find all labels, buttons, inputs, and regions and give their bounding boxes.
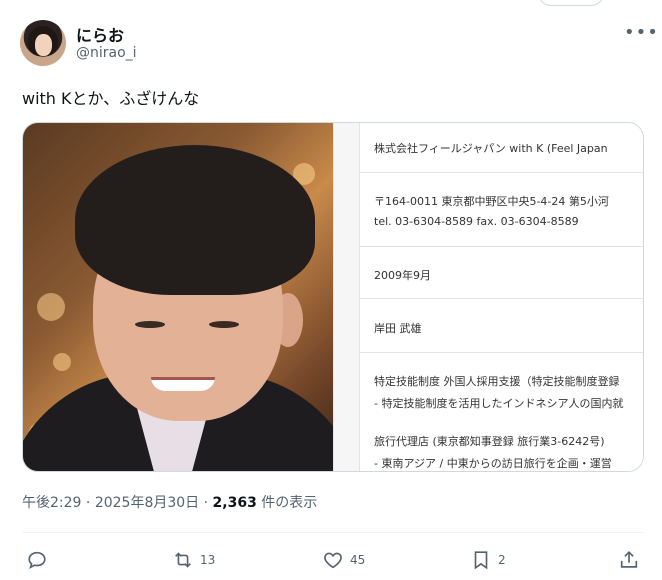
display-name[interactable]: にらお [76,22,124,46]
like-count: 45 [350,553,366,567]
business-line-1: 特定技能制度 外国人採用支援（特定技能制度登録 [374,375,620,388]
like-button[interactable]: 45 [322,548,365,572]
retweet-button[interactable]: 13 [172,548,215,572]
business-line-2: - 特定技能制度を活用したインドネシア人の国内就 [374,397,624,410]
meta-separator: · [203,495,209,511]
tweet-date[interactable]: 2025年8月30日 [95,495,199,511]
established-row: 2009年9月 [360,247,643,299]
retweet-icon [175,552,191,568]
follow-button[interactable] [538,0,604,6]
address-row: 〒164-0011 東京都中野区中央5-4-24 第5小河 tel. 03-63… [360,173,643,247]
company-phone: tel. 03-6304-8589 fax. 03-6304-8589 [374,215,579,228]
bookmark-icon [474,551,488,570]
user-handle[interactable]: @nirao_i [76,45,137,61]
share-icon [620,551,638,568]
avatar-face [35,34,52,56]
more-icon[interactable]: ••• [624,22,659,43]
tweet-time[interactable]: 午後2:29 [22,495,81,511]
bookmark-button[interactable]: 2 [470,548,506,572]
media-attachment[interactable]: 株式会社フィールジャパン with K (Feel Japan 〒164-001… [22,122,644,472]
company-address: 〒164-0011 東京都中野区中央5-4-24 第5小河 [374,195,609,208]
company-info-document[interactable]: 株式会社フィールジャパン with K (Feel Japan 〒164-001… [333,123,643,471]
reply-button[interactable] [26,548,54,572]
share-button[interactable] [618,548,640,572]
retweet-count: 13 [200,553,216,567]
tweet-text: with Kとか、ふざけんな [22,89,200,108]
divider [22,532,644,533]
view-count: 2,363 [212,495,257,511]
meta-separator: · [85,495,91,511]
document-stripe [334,123,360,471]
heart-icon [324,552,342,569]
reply-icon [28,551,46,570]
company-name-row: 株式会社フィールジャパン with K (Feel Japan [360,123,643,173]
business-line-4: - 東南アジア / 中東からの訪日旅行を企画・運営 [374,457,612,470]
avatar[interactable] [20,20,66,66]
portrait-photo[interactable] [23,123,333,471]
representative-name: 岸田 武雄 [374,322,422,335]
business-line-3: 旅行代理店 (東京都知事登録 旅行業3-6242号) [374,435,605,448]
established-date: 2009年9月 [374,269,431,282]
business-row: 特定技能制度 外国人採用支援（特定技能制度登録 - 特定技能制度を活用したインド… [360,353,643,471]
bookmark-count: 2 [498,553,506,567]
view-label: 件の表示 [261,495,318,511]
company-name: 株式会社フィールジャパン with K (Feel Japan [374,142,608,155]
representative-row: 岸田 武雄 [360,299,643,353]
tweet-meta: 午後2:29 · 2025年8月30日 · 2,363 件の表示 [22,492,317,512]
